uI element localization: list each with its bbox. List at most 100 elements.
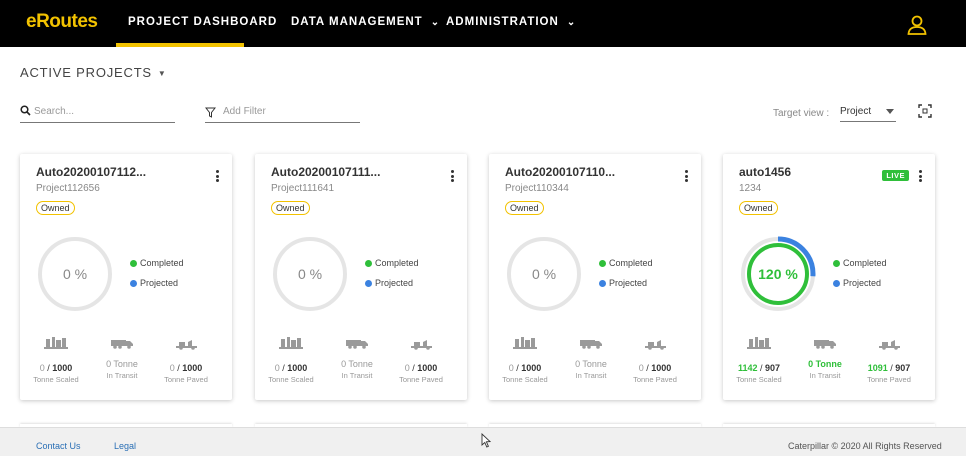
paver-icon xyxy=(879,340,900,350)
legend-label: Projected xyxy=(375,278,414,288)
owned-badge: Owned xyxy=(505,201,544,215)
live-badge: LIVE xyxy=(882,170,909,181)
stat-total: 907 xyxy=(765,363,781,373)
tonne-scaled-value: 0 / 1000 xyxy=(274,363,308,373)
legend-completed: Completed xyxy=(130,258,184,268)
chevron-down-icon: ⌄ xyxy=(430,17,441,28)
fullscreen-icon[interactable] xyxy=(918,104,932,118)
completed-dot-icon xyxy=(130,259,137,267)
stat-total: 1000 xyxy=(52,363,73,373)
nav-administration[interactable]: ADMINISTRATION ⌄ xyxy=(446,16,576,28)
nav-data-management[interactable]: DATA MANAGEMENT ⌄ xyxy=(291,16,440,28)
legend-projected: Projected xyxy=(599,278,647,288)
in-transit-caption: In Transit xyxy=(809,371,841,380)
in-transit-value: 0 Tonne xyxy=(795,359,855,369)
stat-number: 0 xyxy=(508,363,514,373)
stat-number: 0 Tonne xyxy=(341,359,373,369)
caret-down-icon: ▼ xyxy=(157,69,167,79)
in-transit-stat: 0 Tonne In Transit xyxy=(327,336,387,380)
tonne-paved-value: 0 / 1000 xyxy=(169,363,203,373)
tonne-scaled-caption: Tonne Scaled xyxy=(736,375,782,384)
contact-us-link[interactable]: Contact Us xyxy=(36,441,81,451)
project-card[interactable]: auto1456 1234 LIVE Owned 120 % Completed Proje… xyxy=(723,154,935,400)
tonne-scaled-stat: 0 / 1000 Tonne Scaled xyxy=(261,336,321,384)
projected-dot-icon xyxy=(599,279,606,287)
truck-icon xyxy=(346,340,368,349)
target-view-value: Project xyxy=(840,106,872,117)
project-id: Project110344 xyxy=(505,183,569,194)
scale-icon xyxy=(279,337,303,349)
stat-total: 1000 xyxy=(287,363,308,373)
project-card[interactable]: Auto20200107111... Project111641 Owned 0 % C… xyxy=(255,154,467,400)
app-logo[interactable]: eRoutes xyxy=(26,11,98,33)
project-title: Auto20200107111... xyxy=(271,165,381,179)
in-transit-value: 0 Tonne xyxy=(327,359,387,369)
progress-percent: 0 % xyxy=(531,266,557,282)
stat-number: 0 xyxy=(169,363,175,373)
target-view-select[interactable]: Project xyxy=(840,103,896,122)
tonne-scaled-stat: 0 / 1000 Tonne Scaled xyxy=(495,336,555,384)
in-transit-value: 0 Tonne xyxy=(92,359,152,369)
tonne-paved-value: 1091 / 907 xyxy=(867,363,911,373)
nav-label: PROJECT DASHBOARD xyxy=(128,16,278,28)
top-navigation-bar: eRoutes PROJECT DASHBOARD DATA MANAGEMEN… xyxy=(0,0,966,47)
project-id: Project111641 xyxy=(271,183,335,194)
chevron-down-icon: ⌄ xyxy=(566,17,577,28)
tonne-scaled-caption: Tonne Scaled xyxy=(33,375,79,384)
tonne-paved-stat: 0 / 1000 Tonne Paved xyxy=(625,336,685,384)
main-content: ACTIVE PROJECTS ▼ Target view : Project A… xyxy=(0,47,966,427)
stat-total: 1000 xyxy=(417,363,438,373)
legal-link[interactable]: Legal xyxy=(114,441,136,451)
scale-icon xyxy=(44,337,68,349)
legend-projected: Projected xyxy=(130,278,178,288)
legend-label: Projected xyxy=(609,278,648,288)
project-card[interactable]: Auto20200107110... Project110344 Owned 0 % C… xyxy=(489,154,701,400)
owned-badge: Owned xyxy=(36,201,75,215)
more-options-icon[interactable] xyxy=(685,170,689,182)
stat-number: 0 xyxy=(638,363,644,373)
legend-projected: Projected xyxy=(833,278,881,288)
copyright-text: Caterpillar © 2020 All Rights Reserved xyxy=(788,441,942,451)
paver-icon xyxy=(645,340,666,350)
legend-label: Completed xyxy=(843,258,887,268)
user-icon[interactable] xyxy=(906,14,928,36)
stat-number: 1142 xyxy=(737,363,758,373)
stat-total: 1000 xyxy=(521,363,542,373)
project-id: 1234 xyxy=(739,183,762,194)
filter-input[interactable] xyxy=(223,103,358,119)
stat-total: 907 xyxy=(895,363,911,373)
legend-completed: Completed xyxy=(833,258,887,268)
stat-total: 1000 xyxy=(182,363,203,373)
legend-label: Projected xyxy=(140,278,179,288)
active-projects-dropdown[interactable]: ACTIVE PROJECTS ▼ xyxy=(20,65,167,80)
truck-icon xyxy=(111,340,133,349)
tonne-paved-value: 0 / 1000 xyxy=(404,363,438,373)
project-id: Project112656 xyxy=(36,183,100,194)
in-transit-stat: 0 Tonne In Transit xyxy=(92,336,152,380)
stat-number: 0 Tonne xyxy=(106,359,138,369)
tonne-paved-caption: Tonne Paved xyxy=(633,375,677,384)
project-card[interactable]: Auto20200107112... Project112656 Owned 0 % C… xyxy=(20,154,232,400)
progress-percent: 120 % xyxy=(758,266,798,282)
scale-icon xyxy=(747,337,771,349)
search-input[interactable] xyxy=(34,103,174,119)
tonne-scaled-value: 1142 / 907 xyxy=(737,363,781,373)
legend-label: Completed xyxy=(609,258,653,268)
tonne-paved-caption: Tonne Paved xyxy=(164,375,208,384)
more-options-icon[interactable] xyxy=(919,170,923,182)
stat-number: 0 Tonne xyxy=(575,359,607,369)
tonne-paved-caption: Tonne Paved xyxy=(867,375,911,384)
tonne-paved-caption: Tonne Paved xyxy=(399,375,443,384)
nav-project-dashboard[interactable]: PROJECT DASHBOARD xyxy=(128,16,277,28)
in-transit-caption: In Transit xyxy=(341,371,373,380)
completed-dot-icon xyxy=(599,259,606,267)
tonne-scaled-value: 0 / 1000 xyxy=(508,363,542,373)
progress-percent: 0 % xyxy=(62,266,88,282)
more-options-icon[interactable] xyxy=(216,170,220,182)
truck-icon xyxy=(814,340,836,349)
paver-icon xyxy=(176,340,197,350)
more-options-icon[interactable] xyxy=(451,170,455,182)
filter-field xyxy=(205,103,360,123)
legend-completed: Completed xyxy=(599,258,653,268)
legend-label: Completed xyxy=(375,258,419,268)
